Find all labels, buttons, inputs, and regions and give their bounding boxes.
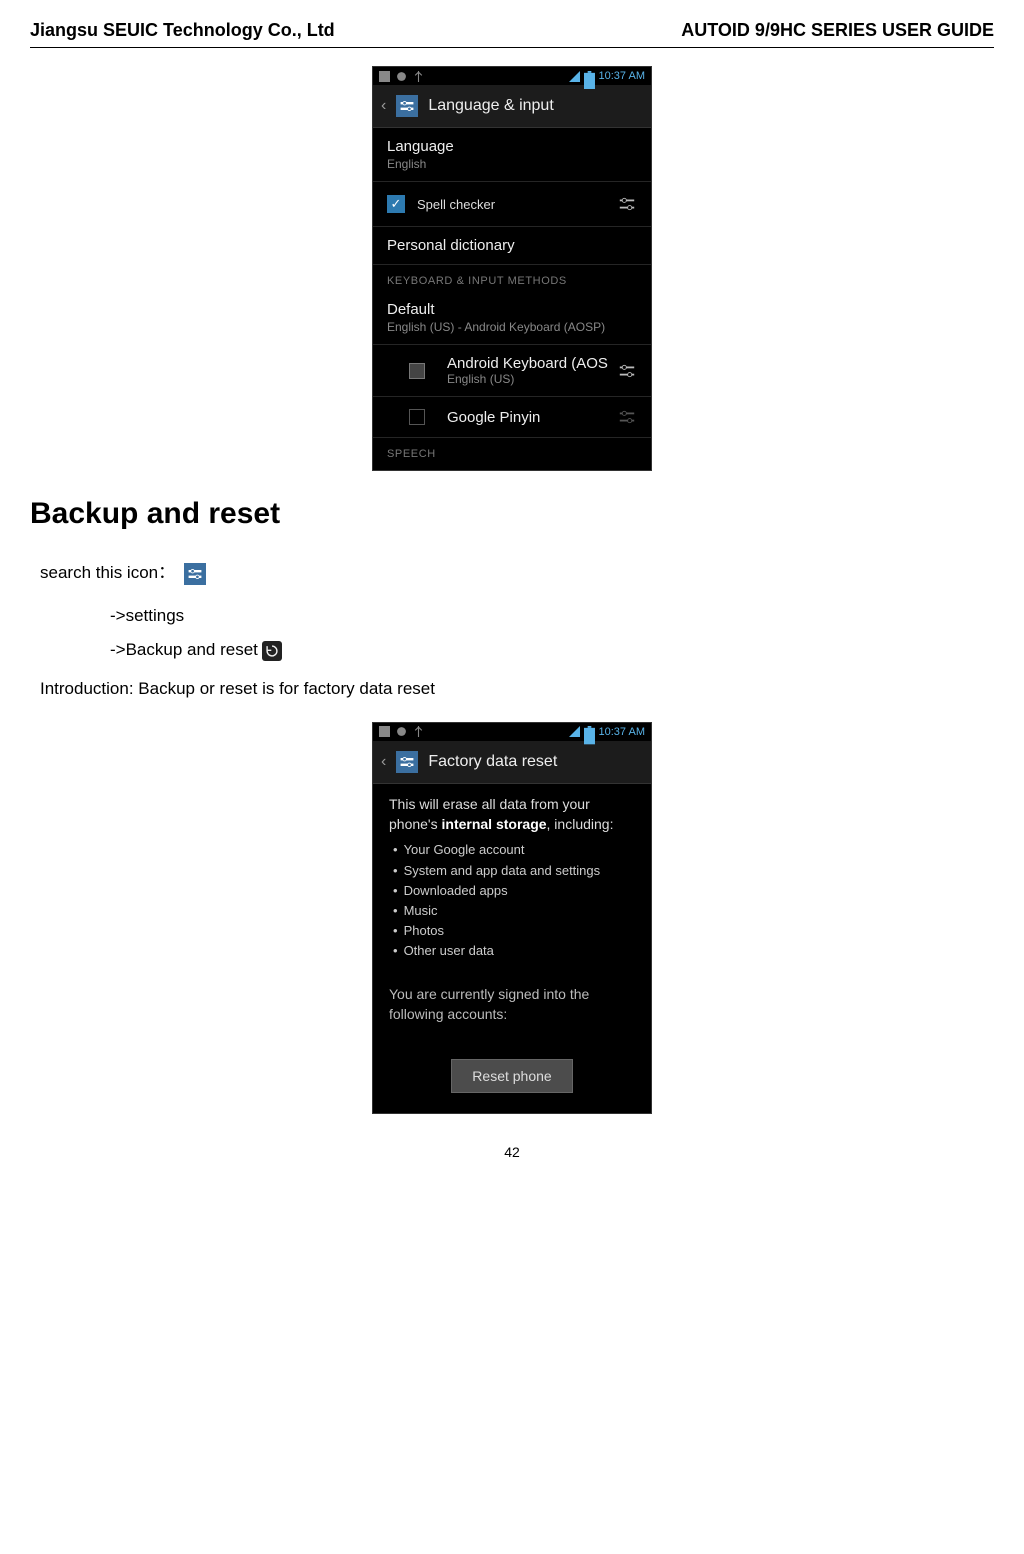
settings-app-icon [396,751,418,773]
gallery-icon [379,71,390,82]
signal-icon [569,726,580,737]
erase-bullets: Your Google account System and app data … [373,838,651,971]
spell-label: Spell checker [417,197,495,212]
signal-icon [569,71,580,82]
status-bar: 10:37 AM [373,67,651,85]
status-bar: 10:37 AM [373,723,651,741]
status-right: 10:37 AM [569,726,645,738]
usb-icon [413,71,424,82]
bullet-item: Music [393,901,635,921]
screen-title: Language & input [428,97,553,115]
page-number: 42 [30,1144,994,1160]
default-label: Default [387,301,637,318]
aosp-label: Android Keyboard (AOS [447,355,608,372]
checkbox-checked-icon[interactable]: ✓ [387,195,405,213]
step-settings: ->settings [110,606,994,626]
bullet-text: Photos [404,921,444,941]
row-personal-dictionary[interactable]: Personal dictionary [373,227,651,265]
page-header: Jiangsu SEUIC Technology Co., Ltd AUTOID… [30,20,994,48]
bullet-text: Music [404,901,438,921]
status-left-icons [379,71,424,82]
checkbox-empty-icon[interactable] [409,409,425,425]
row-android-keyboard[interactable]: Android Keyboard (AOS English (US) [373,345,651,397]
sliders-icon[interactable] [617,361,637,381]
clock-text: 10:37 AM [599,70,645,82]
back-icon[interactable]: ‹ [381,753,386,771]
internal-storage-text: internal storage [442,816,547,832]
usb-icon [413,726,424,737]
screenshot-language-input: 10:37 AM ‹ Language & input Language Eng… [30,66,994,471]
phone-frame: 10:37 AM ‹ Factory data reset This will … [372,722,652,1114]
status-right: 10:37 AM [569,70,645,82]
header-right: AUTOID 9/9HC SERIES USER GUIDE [681,20,994,41]
signed-in-text: You are currently signed into the follow… [373,971,651,1058]
phone-frame: 10:37 AM ‹ Language & input Language Eng… [372,66,652,471]
battery-icon [584,71,595,82]
bullet-text: System and app data and settings [404,861,601,881]
aosp-sub: English (US) [447,372,608,386]
search-icon-text: search this icon： [40,563,175,582]
clock-text: 10:37 AM [599,726,645,738]
screen-titlebar[interactable]: ‹ Factory data reset [373,741,651,784]
sliders-disabled-icon [617,407,637,427]
battery-icon [584,726,595,737]
row-spell-checker[interactable]: ✓ Spell checker [373,182,651,227]
reset-phone-button[interactable]: Reset phone [451,1059,572,1093]
step-backup-text: ->Backup and reset [110,640,258,659]
row-default-keyboard[interactable]: Default English (US) - Android Keyboard … [373,291,651,345]
bullet-text: Downloaded apps [404,881,508,901]
sliders-icon[interactable] [617,194,637,214]
header-left: Jiangsu SEUIC Technology Co., Ltd [30,20,335,41]
back-icon[interactable]: ‹ [381,97,386,115]
screen-titlebar[interactable]: ‹ Language & input [373,85,651,128]
settings-app-icon [396,95,418,117]
intro-text: Introduction: Backup or reset is for fac… [40,675,994,702]
android-icon [396,71,407,82]
screenshot-factory-reset: 10:37 AM ‹ Factory data reset This will … [30,722,994,1114]
reset-button-wrap: Reset phone [373,1059,651,1113]
bullet-item: Downloaded apps [393,881,635,901]
status-left-icons [379,726,424,737]
gallery-icon [379,726,390,737]
settings-sliders-icon [184,563,206,585]
dictionary-label: Personal dictionary [387,237,637,254]
section-speech: SPEECH [373,438,651,470]
bullet-text: Your Google account [404,840,525,860]
erase-description: This will erase all data from your phone… [373,784,651,839]
backup-reset-icon [262,641,282,661]
bullet-item: System and app data and settings [393,861,635,881]
checkbox-dim-icon [409,363,425,379]
default-value: English (US) - Android Keyboard (AOSP) [387,320,637,334]
bullet-item: Photos [393,921,635,941]
row-language[interactable]: Language English [373,128,651,182]
screen-title: Factory data reset [428,753,557,771]
bullet-item: Other user data [393,941,635,961]
step-backup-reset: ->Backup and reset [110,640,994,661]
search-icon-line: search this icon： [40,559,994,586]
row-google-pinyin[interactable]: Google Pinyin [373,397,651,438]
section-heading: Backup and reset [30,497,994,531]
android-icon [396,726,407,737]
pinyin-label: Google Pinyin [447,409,540,426]
language-value: English [387,157,637,171]
bullet-item: Your Google account [393,840,635,860]
language-label: Language [387,138,637,155]
section-keyboard-methods: KEYBOARD & INPUT METHODS [373,265,651,291]
erase-line2: , including: [547,816,614,832]
bullet-text: Other user data [404,941,494,961]
